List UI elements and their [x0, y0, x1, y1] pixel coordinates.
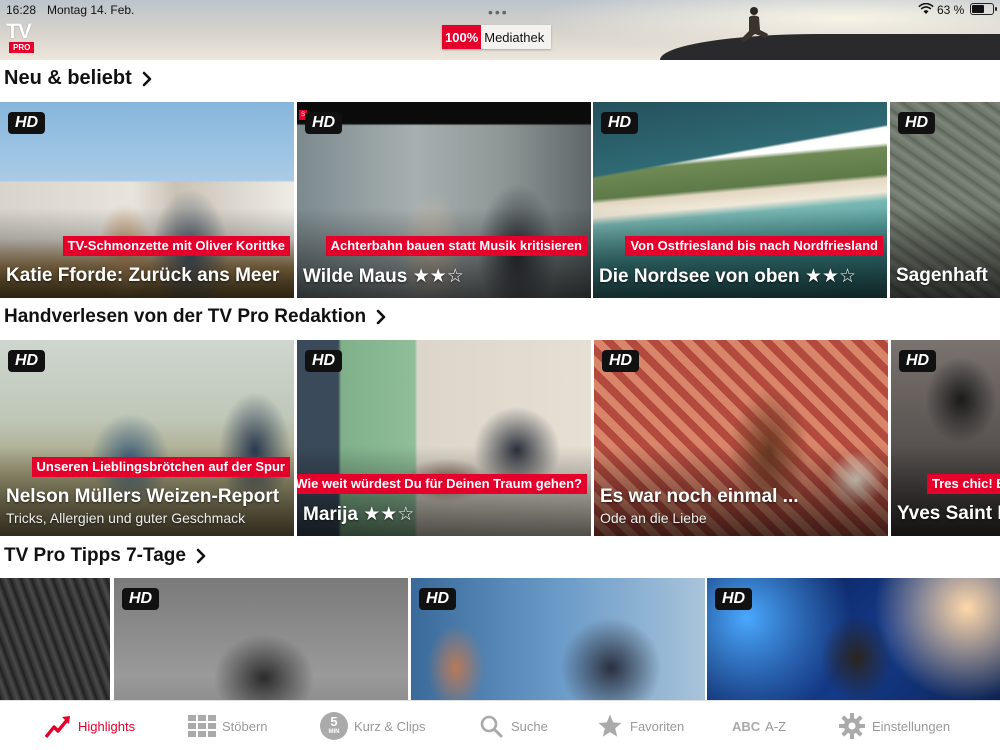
- card-title: Es war noch einmal ...: [600, 486, 799, 507]
- logo-badge: PRO: [9, 42, 35, 53]
- header-bar: 16:28 Montag 14. Feb. ••• 63 % TV PRO 10…: [0, 0, 1000, 60]
- bottom-tab-bar: Highlights Stöbern 5 MIN Kurz & Clips Su…: [0, 700, 1000, 750]
- tab-einstellungen[interactable]: Einstellungen: [838, 701, 950, 750]
- battery-percent: 63 %: [937, 3, 965, 17]
- hd-badge: HD: [122, 588, 160, 610]
- card-title: Nelson Müllers Weizen-Report: [6, 486, 280, 507]
- card-title: Yves Saint L: [897, 503, 1000, 524]
- mediathek-switch[interactable]: 100% Mediathek: [442, 25, 552, 49]
- card-es-war-noch-einmal[interactable]: HD Es war noch einmal ... Ode an die Lie…: [594, 340, 888, 536]
- app-root: 16:28 Montag 14. Feb. ••• 63 % TV PRO 10…: [0, 0, 1000, 750]
- card-ribbon: TV-Schmonzette mit Oliver Korittke: [62, 236, 290, 256]
- trend-arrow-icon: [44, 712, 72, 740]
- grid-icon: [188, 712, 216, 740]
- card-title: Sagenhaft: [896, 265, 988, 286]
- card-tipp-1[interactable]: [0, 578, 110, 700]
- search-icon: [477, 712, 505, 740]
- header-person-silhouette: [741, 7, 768, 42]
- tab-suche[interactable]: Suche: [477, 701, 548, 750]
- card-title: Die Nordsee von oben ★★☆: [599, 266, 856, 287]
- row-handverlesen[interactable]: HD Unseren Lieblingsbrötchen auf der Spu…: [0, 340, 1000, 536]
- status-date: Montag 14. Feb.: [47, 3, 135, 17]
- card-subtitle: Tricks, Allergien und guter Geschmack: [6, 510, 246, 526]
- section-title-text: TV Pro Tipps 7-Tage: [4, 545, 186, 566]
- section-title-tipps[interactable]: TV Pro Tipps 7-Tage: [4, 545, 206, 567]
- card-weizen-report[interactable]: HD Unseren Lieblingsbrötchen auf der Spu…: [0, 340, 294, 536]
- card-ribbon: Von Ostfriesland bis nach Nordfriesland: [625, 236, 883, 256]
- multitasking-dots-icon[interactable]: •••: [488, 5, 509, 19]
- hd-badge: HD: [899, 350, 937, 372]
- tab-label: Stöbern: [222, 718, 268, 734]
- chevron-right-icon: [142, 71, 152, 86]
- section-title-handverlesen[interactable]: Handverlesen von der TV Pro Redaktion: [4, 306, 386, 328]
- tab-favoriten[interactable]: Favoriten: [596, 701, 684, 750]
- hd-badge: HD: [602, 350, 640, 372]
- mediathek-badge: 100%: [442, 25, 482, 49]
- abc-icon: ABC: [732, 718, 761, 734]
- card-ribbon: Unseren Lieblingsbrötchen auf der Spur: [31, 457, 290, 477]
- status-time: 16:28: [6, 3, 37, 17]
- card-tipp-2[interactable]: HD: [114, 578, 408, 700]
- tab-label: Highlights: [78, 718, 136, 734]
- hd-badge: HD: [601, 112, 639, 134]
- tab-kurz-clips[interactable]: 5 MIN Kurz & Clips: [320, 701, 426, 750]
- card-title: Marija ★★☆: [303, 504, 415, 525]
- five-min-unit: MIN: [328, 729, 340, 735]
- row-tipps[interactable]: HD HD HD: [0, 578, 1000, 700]
- section-title-text: Handverlesen von der TV Pro Redaktion: [4, 306, 367, 327]
- hd-badge: HD: [419, 588, 457, 610]
- tab-stoebern[interactable]: Stöbern: [188, 701, 268, 750]
- tab-label: Suche: [511, 718, 548, 734]
- tab-label: Favoriten: [630, 718, 685, 734]
- card-sagenhaft[interactable]: HD Sagenhaft: [890, 102, 1000, 298]
- card-ribbon: Wie weit würdest Du für Deinen Traum geh…: [297, 474, 587, 494]
- card-tipp-3[interactable]: HD: [411, 578, 705, 700]
- tab-highlights[interactable]: Highlights: [44, 701, 135, 750]
- card-yves-saint-laurent[interactable]: HD Tres chic! Ein Yves Saint L: [891, 340, 1000, 536]
- tab-label: Einstellungen: [872, 718, 951, 734]
- card-ribbon: Tres chic! Ein: [927, 474, 1000, 494]
- section-title-neu-beliebt[interactable]: Neu & beliebt: [4, 67, 152, 90]
- hd-badge: HD: [715, 588, 753, 610]
- card-title: Katie Fforde: Zurück ans Meer: [6, 265, 280, 286]
- card-image: [0, 578, 110, 700]
- tvpro-logo[interactable]: TV PRO: [5, 20, 39, 53]
- battery-icon: [970, 3, 997, 15]
- hd-badge: HD: [8, 350, 46, 372]
- hd-badge: HD: [305, 350, 343, 372]
- card-subtitle: Ode an die Liebe: [600, 510, 707, 526]
- row-neu-beliebt[interactable]: HD TV-Schmonzette mit Oliver Korittke Ka…: [0, 102, 1000, 298]
- card-katie-fforde[interactable]: HD TV-Schmonzette mit Oliver Korittke Ka…: [0, 102, 294, 298]
- five-min-icon: 5 MIN: [320, 712, 348, 740]
- hd-badge: HD: [898, 112, 936, 134]
- card-nordsee-von-oben[interactable]: HD Von Ostfriesland bis nach Nordfriesla…: [593, 102, 887, 298]
- tab-label: Kurz & Clips: [354, 718, 426, 734]
- card-ribbon: Achterbahn bauen statt Musik kritisieren: [325, 236, 587, 256]
- battery-fill: [972, 5, 984, 13]
- five-min-number: 5: [330, 714, 338, 729]
- hd-badge: HD: [8, 112, 46, 134]
- tab-a-z[interactable]: ABC A-Z: [732, 701, 786, 750]
- tab-label: A-Z: [765, 718, 787, 734]
- chevron-right-icon: [376, 309, 386, 325]
- card-marija[interactable]: HD Wie weit würdest Du für Deinen Traum …: [297, 340, 591, 536]
- card-wilde-maus[interactable]: S HD Achterbahn bauen statt Musik kritis…: [297, 102, 591, 298]
- gear-icon: [838, 712, 866, 740]
- card-title: Wilde Maus ★★☆: [303, 266, 464, 287]
- mediathek-label: Mediathek: [481, 25, 552, 49]
- card-tipp-4[interactable]: HD: [707, 578, 1000, 700]
- star-icon: [596, 712, 624, 740]
- hd-badge: HD: [305, 112, 343, 134]
- chevron-right-icon: [196, 548, 206, 564]
- wifi-icon: [918, 3, 934, 14]
- section-title-text: Neu & beliebt: [4, 67, 132, 89]
- logo-text: TV: [6, 20, 32, 43]
